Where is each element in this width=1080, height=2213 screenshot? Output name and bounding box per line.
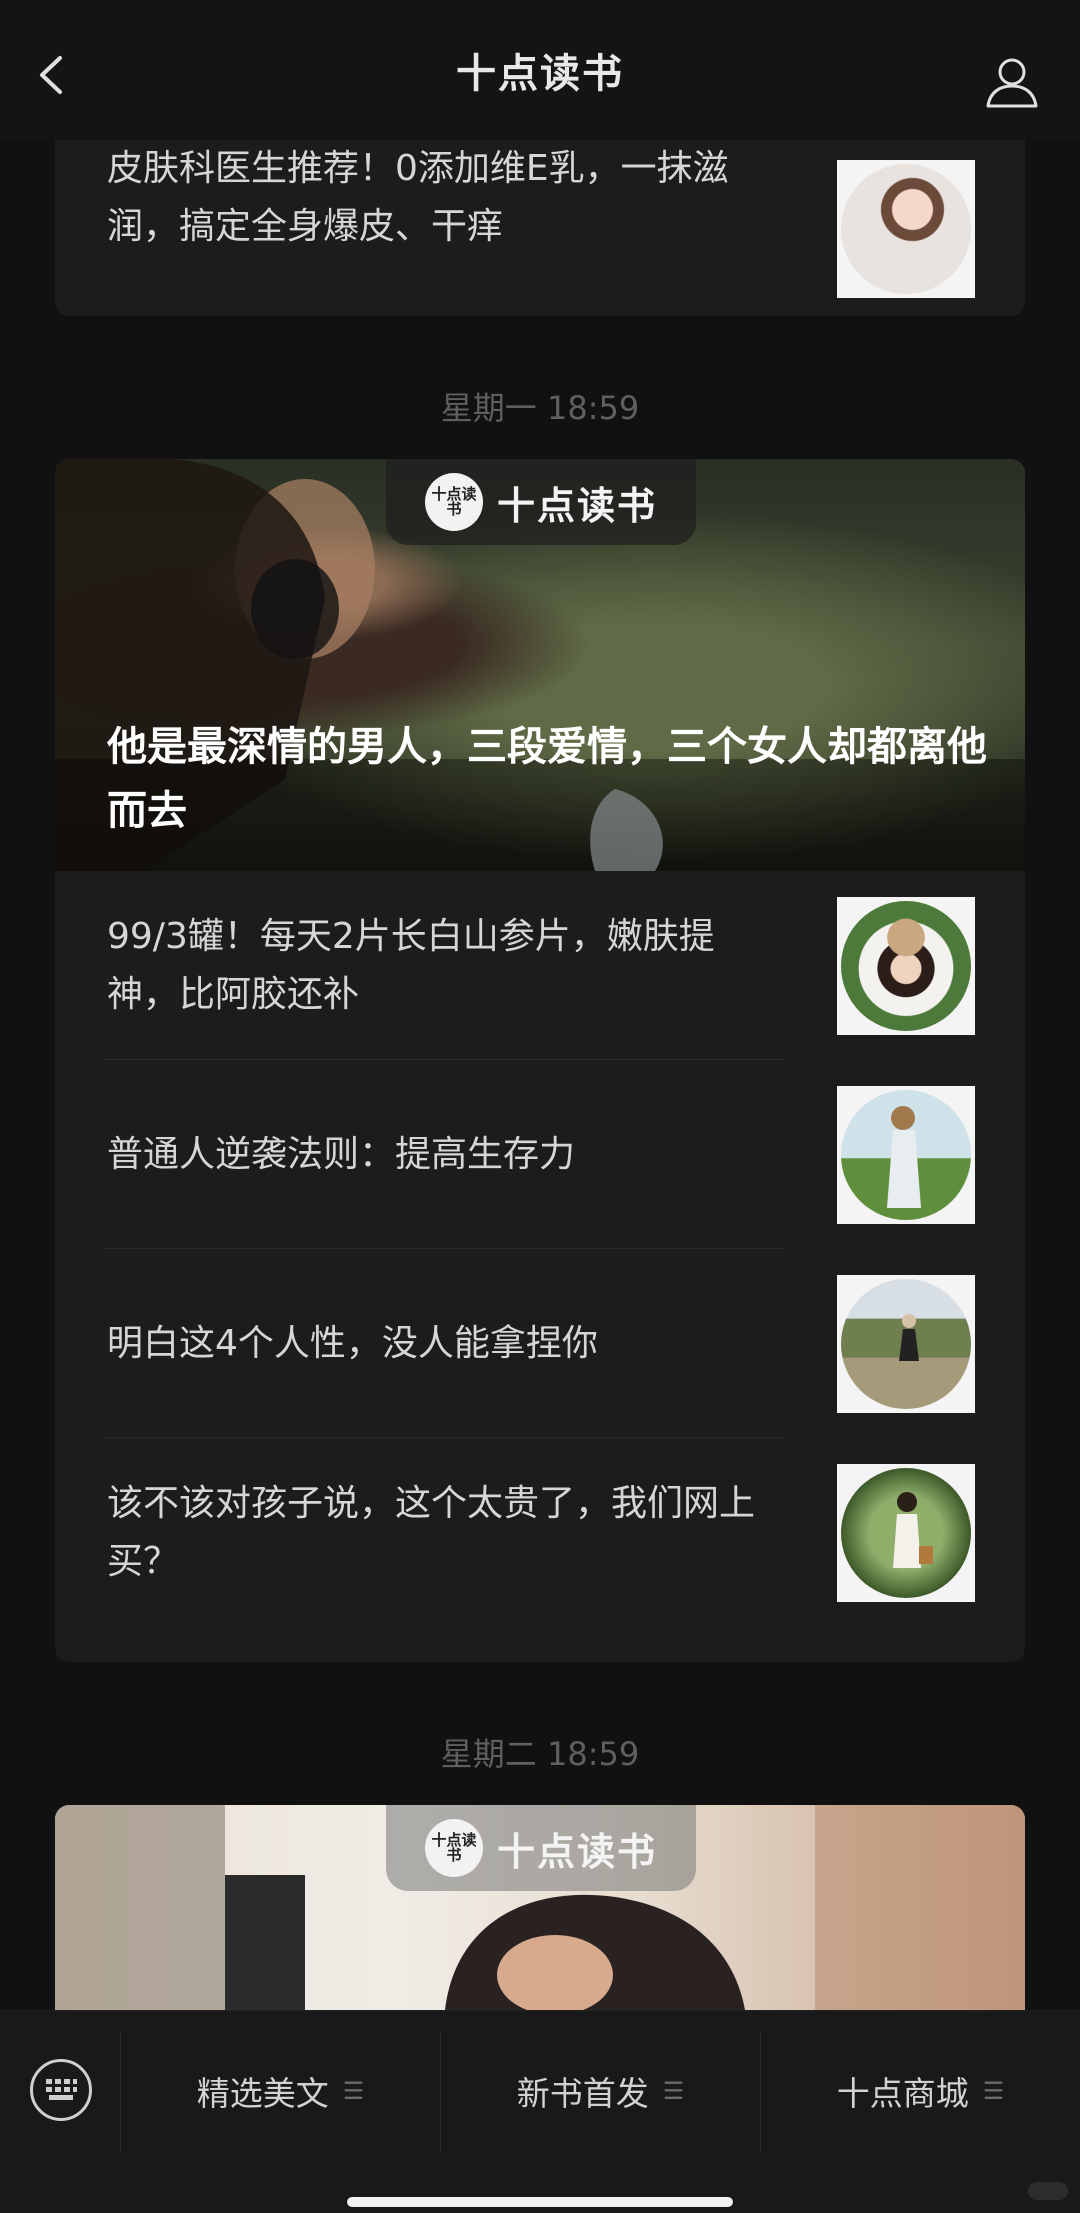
hero-article[interactable]: 十点读书 十点读书 — [55, 1805, 1025, 2010]
menu-tab-label: 精选美文 — [196, 2074, 329, 2113]
thumbnail-figure — [887, 1105, 921, 1208]
home-indicator[interactable] — [347, 2197, 733, 2207]
article-group-card: 十点读书 十点读书 他是最深情的男人，三段爱情，三个女人却都离他而去 99/3罐… — [55, 459, 1025, 1662]
top-nav-bar: 十点读书 — [0, 0, 1080, 140]
list-item[interactable]: 99/3罐！每天2片长白山参片，嫩肤提神，比阿胶还补 — [55, 871, 1025, 1060]
corner-badge — [1028, 2182, 1068, 2200]
article-thumbnail — [837, 160, 975, 298]
brand-badge: 十点读书 十点读书 — [386, 459, 696, 545]
article-title: 明白这4个人性，没人能拿捏你 — [107, 1322, 598, 1364]
submenu-icon: ☰ — [662, 2077, 685, 2105]
back-arrow-icon[interactable] — [28, 50, 78, 100]
article-title: 99/3罐！每天2片长白山参片，嫩肤提神，比阿胶还补 — [107, 915, 715, 1015]
hero-article[interactable]: 十点读书 十点读书 他是最深情的男人，三段爱情，三个女人却都离他而去 — [55, 459, 1025, 871]
thumbnail-figure — [899, 1313, 919, 1361]
menu-tab-label: 十点商城 — [836, 2074, 969, 2113]
menu-tab-featured[interactable]: 精选美文 ☰ — [121, 2031, 440, 2151]
article-group-card[interactable]: 十点读书 十点读书 — [55, 1805, 1025, 2010]
article-thumbnail — [837, 896, 975, 1035]
brand-name: 十点读书 — [496, 483, 657, 528]
profile-icon[interactable] — [984, 54, 1040, 110]
submenu-icon: ☰ — [342, 2077, 365, 2105]
list-item[interactable]: 该不该对孩子说，这个太贵了，我们网上买？ — [55, 1438, 1025, 1627]
timestamp: 星期一 18:59 — [440, 389, 640, 427]
article-thumbnail — [837, 1085, 975, 1224]
list-item[interactable]: 普通人逆袭法则：提高生存力 — [55, 1060, 1025, 1249]
article-thumbnail — [837, 1274, 975, 1413]
thumbnail-figure — [893, 1491, 933, 1568]
bottom-menu-bar: 精选美文 ☰ 新书首发 ☰ 十点商城 ☰ — [0, 2010, 1080, 2213]
keyboard-toggle-icon[interactable] — [30, 2059, 92, 2121]
hero-headline: 他是最深情的男人，三段爱情，三个女人却都离他而去 — [107, 724, 987, 834]
menu-tab-new-books[interactable]: 新书首发 ☰ — [441, 2031, 760, 2151]
submenu-icon: ☰ — [982, 2077, 1005, 2105]
brand-name: 十点读书 — [496, 1829, 657, 1874]
timestamp: 星期二 18:59 — [440, 1735, 640, 1773]
article-thumbnail — [837, 1463, 975, 1602]
article-title: 普通人逆袭法则：提高生存力 — [107, 1133, 576, 1175]
menu-tab-label: 新书首发 — [516, 2074, 649, 2113]
article-title: 皮肤科医生推荐！0添加维E乳，一抹滋润，搞定全身爆皮、干痒 — [107, 148, 729, 247]
list-item[interactable]: 明白这4个人性，没人能拿捏你 — [55, 1249, 1025, 1438]
brand-logo: 十点读书 — [424, 1819, 483, 1877]
page-title: 十点读书 — [456, 51, 624, 97]
brand-logo: 十点读书 — [424, 473, 483, 531]
menu-tab-store[interactable]: 十点商城 ☰ — [761, 2031, 1080, 2151]
brand-badge: 十点读书 十点读书 — [386, 1805, 696, 1891]
chat-page: 十点读书 皮肤科医生推荐！0添加维E乳，一抹滋润，搞定全身爆皮、干痒 星期一 1… — [0, 0, 1080, 2213]
article-title: 该不该对孩子说，这个太贵了，我们网上买？ — [107, 1482, 756, 1582]
